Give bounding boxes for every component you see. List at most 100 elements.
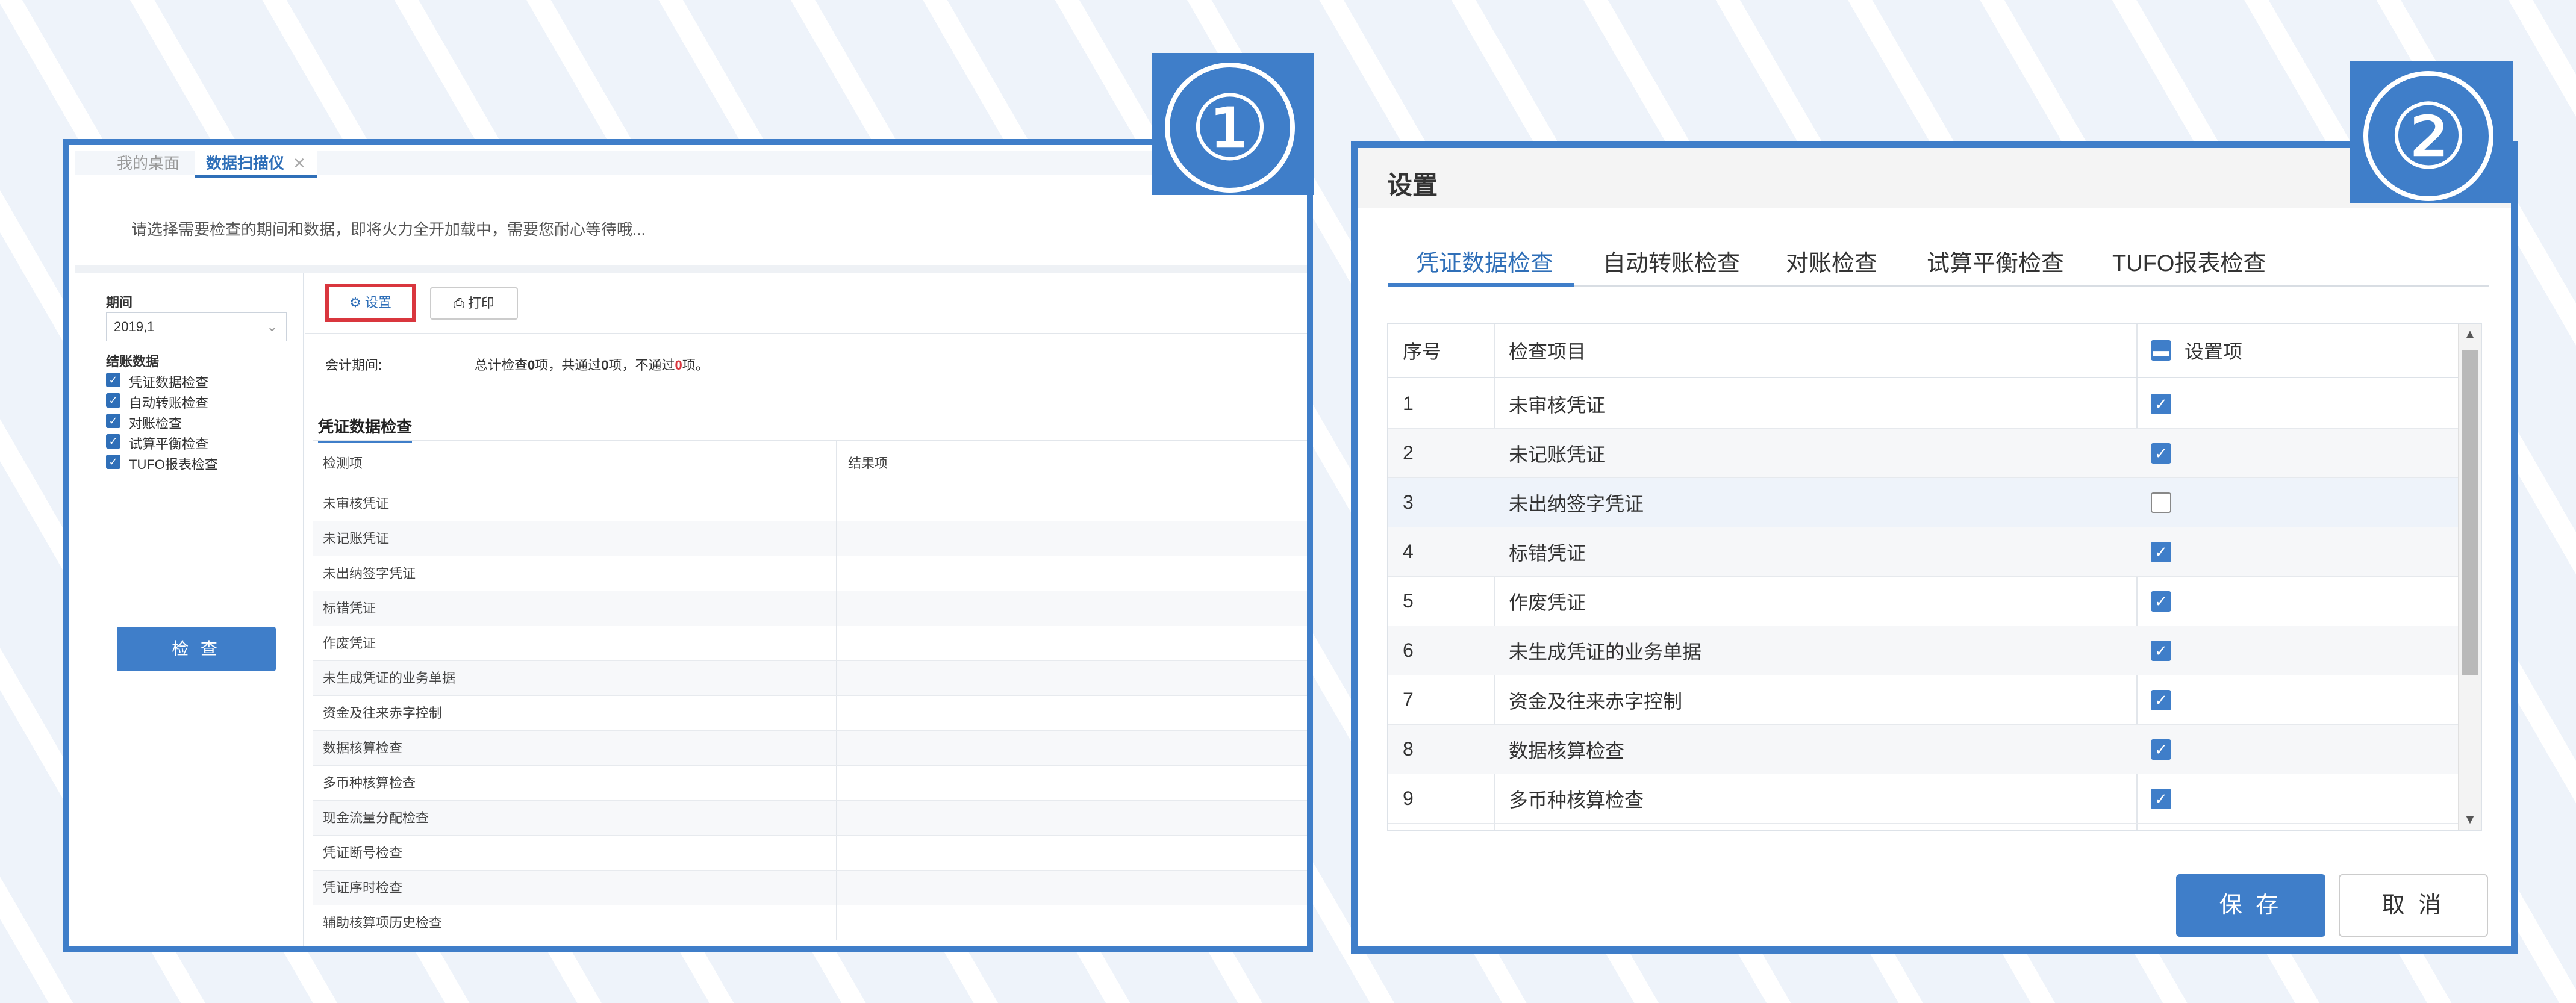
scroll-down-icon[interactable]: ▼ (2459, 812, 2481, 827)
tab-tufo-report[interactable]: TUFO报表检查 (2112, 244, 2266, 278)
checkbox-tufo-report[interactable]: ✓ (106, 455, 120, 469)
summary-text: 项。 (682, 358, 709, 373)
row-no: 3 (1403, 491, 1414, 513)
checkbox-reconcile[interactable]: ✓ (106, 414, 120, 428)
table-row: 辅助核算项历史检查 (313, 905, 1307, 940)
table-row: 6 未生成凭证的业务单据 ✓ (1388, 626, 2481, 675)
dialog-titlebar: 设置 (1358, 148, 2511, 208)
table-row: 未出纳签字凭证 (313, 556, 1307, 591)
dialog-title: 设置 (1387, 171, 1438, 199)
table-header: 序号 检查项目 ▬ 设置项 (1388, 324, 2481, 378)
scroll-up-icon[interactable]: ▲ (2459, 326, 2481, 342)
step-badge-2: ② (2350, 61, 2513, 203)
row-item: 未审核凭证 (323, 496, 390, 511)
save-button[interactable]: 保 存 (2176, 874, 2325, 937)
table-row: 标错凭证 (313, 591, 1307, 626)
check-results-table: 检测项 结果项 未审核凭证 未记账凭证 未出纳签字凭证 标错凭证 作废凭证 未生成… (313, 440, 1307, 940)
table-row: 数据核算检查 (313, 731, 1307, 766)
scrollbar-thumb[interactable] (2462, 350, 2478, 675)
row-checkbox[interactable]: ✓ (2151, 788, 2171, 809)
tab-data-scanner[interactable]: 数据扫描仪 ✕ (195, 151, 317, 178)
table-row: 9 多币种核算检查 ✓ (1388, 774, 2481, 824)
row-item: 辅助核算项历史检查 (323, 915, 443, 930)
header-setting-label: 设置项 (2185, 341, 2243, 362)
row-item: 多币种核算检查 (323, 775, 416, 790)
checkbox-label: TUFO报表检查 (129, 457, 218, 472)
cancel-button[interactable]: 取 消 (2339, 874, 2488, 937)
checkbox-label: 对账检查 (129, 416, 182, 431)
row-checkbox[interactable]: ✓ (2151, 442, 2171, 464)
period-label: 期间 (106, 295, 133, 310)
row-item: 未生成凭证的业务单据 (1509, 641, 1702, 663)
row-item: 数据核算检查 (323, 741, 403, 756)
row-no: 8 (1403, 738, 1414, 760)
filter-sidebar: 期间 2019,1 ⌄ 结账数据 ✓ 凭证数据检查 ✓ 自动转账检查 ✓ 对账检查… (75, 273, 304, 946)
summary-text: 总计检查 (475, 358, 528, 373)
table-row: 7 资金及往来赤字控制 ✓ (1388, 675, 2481, 725)
tab-auto-transfer[interactable]: 自动转账检查 (1603, 244, 1740, 278)
settings-button[interactable]: ⚙ 设置 (325, 284, 416, 322)
checkbox-auto-transfer[interactable]: ✓ (106, 393, 120, 408)
divider (75, 266, 1307, 273)
row-item: 未出纳签字凭证 (323, 566, 416, 581)
row-no: 6 (1403, 639, 1414, 661)
table-row: 未生成凭证的业务单据 (313, 661, 1307, 696)
header-no: 序号 (1403, 341, 1442, 362)
row-checkbox[interactable]: ✓ (2151, 393, 2171, 414)
summary-text: 项，共通过 (535, 358, 602, 373)
tab-reconcile[interactable]: 对账检查 (1786, 244, 1877, 278)
section-title: 凭证数据检查 (318, 415, 413, 443)
table-row: 5 作废凭证 ✓ (1388, 577, 2481, 626)
row-item: 标错凭证 (323, 601, 376, 616)
row-item: 凭证断号检查 (323, 845, 403, 860)
row-checkbox[interactable]: ✓ (2151, 739, 2171, 760)
table-row: 未记账凭证 (313, 521, 1307, 556)
failed-count: 0 (675, 358, 682, 373)
row-item: 未审核凭证 (1509, 394, 1606, 416)
step-number: ① (1165, 63, 1295, 193)
row-no: 1 (1403, 393, 1414, 414)
row-no: 7 (1403, 689, 1414, 710)
check-summary: 总计检查0项，共通过0项，不通过0项。 (475, 355, 709, 374)
table-header: 检测项 结果项 (313, 441, 1307, 486)
row-item: 未生成凭证的业务单据 (323, 671, 456, 686)
row-no: 9 (1403, 787, 1414, 809)
scrollbar[interactable]: ▲ ▼ (2458, 324, 2481, 830)
checkbox-voucher-check[interactable]: ✓ (106, 373, 120, 387)
results-pane: ⚙ 设置 ⎙ 打印 会计期间: 总计检查0项，共通过0项，不通过0项。 凭证数据… (305, 273, 1307, 946)
table-row: 凭证序时检查 (313, 871, 1307, 905)
settings-dialog: 设置 凭证数据检查 自动转账检查 对账检查 试算平衡检查 TUFO报表检查 序号… (1351, 141, 2518, 954)
tab-data-scanner-label: 数据扫描仪 (206, 154, 285, 172)
header-result: 结果项 (848, 456, 888, 471)
checkbox-label: 自动转账检查 (129, 396, 209, 411)
period-value: 2019,1 (114, 319, 155, 334)
check-button[interactable]: 检 查 (117, 627, 276, 671)
table-row: 作废凭证 (313, 626, 1307, 661)
tab-my-desktop[interactable]: 我的桌面 (117, 151, 179, 175)
tab-voucher-check[interactable]: 凭证数据检查 (1416, 244, 1553, 278)
accounting-period-label: 会计期间: (325, 358, 382, 373)
select-all-checkbox[interactable]: ▬ (2151, 340, 2171, 361)
row-checkbox[interactable]: ✓ (2151, 689, 2171, 710)
notice-text: 请选择需要检查的期间和数据，即将火力全开加载中，需要您耐心等待哦... (131, 220, 646, 238)
row-checkbox[interactable]: ✓ (2151, 591, 2171, 612)
checkbox-trial-balance[interactable]: ✓ (106, 434, 120, 449)
table-row: 2 未记账凭证 ✓ (1388, 429, 2481, 478)
settings-table: 序号 检查项目 ▬ 设置项 1 未审核凭证 ✓ 2 未记账凭证 ✓ 3 未出纳签字凭证 4 标… (1387, 323, 2482, 831)
period-select[interactable]: 2019,1 ⌄ (106, 312, 287, 341)
row-item: 凭证序时检查 (323, 880, 403, 895)
step-badge-1: ① (1152, 53, 1314, 195)
close-icon[interactable]: ✕ (293, 154, 306, 172)
table-row: 4 标错凭证 ✓ (1388, 527, 2481, 577)
row-checkbox[interactable]: ✓ (2151, 541, 2171, 562)
print-button[interactable]: ⎙ 打印 (430, 287, 518, 320)
table-row: 资金及往来赤字控制 (313, 696, 1307, 731)
header-item: 检查项目 (1509, 341, 1586, 362)
row-checkbox[interactable] (2151, 492, 2171, 513)
total-count: 0 (528, 358, 535, 373)
row-checkbox[interactable]: ✓ (2151, 640, 2171, 661)
checkbox-label: 试算平衡检查 (129, 436, 209, 452)
closing-data-label: 结账数据 (106, 354, 160, 369)
tab-trial-balance[interactable]: 试算平衡检查 (1927, 244, 2064, 278)
table-row: 现金流量分配检查 (313, 801, 1307, 836)
